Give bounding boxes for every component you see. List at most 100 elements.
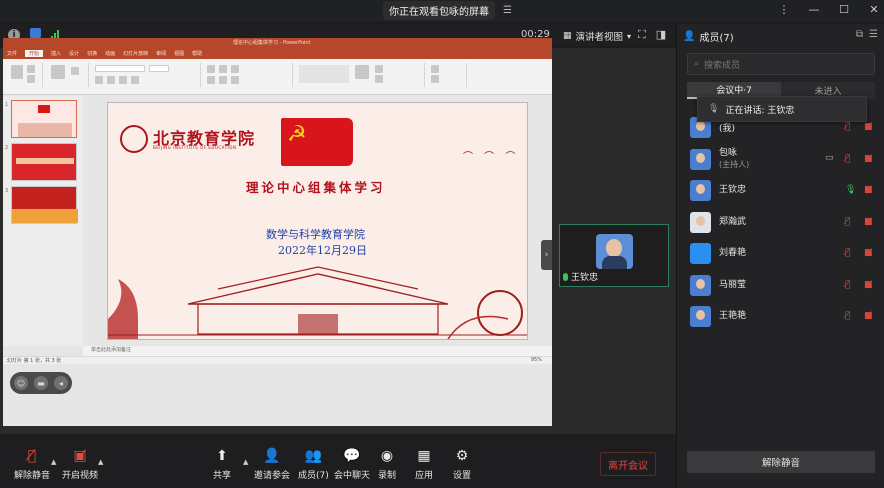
collapse-strip-icon[interactable]: › — [541, 240, 552, 270]
emoji-icon[interactable]: ☺ — [14, 376, 28, 390]
chat-button[interactable]: 💬 会中聊天 — [334, 448, 370, 481]
audio-options-caret-icon[interactable]: ▲ — [51, 458, 56, 466]
record-button[interactable]: ◉ 录制 — [378, 448, 396, 481]
ppt-tab: 帮助 — [192, 51, 203, 57]
ribbon-group-paragraph — [203, 63, 293, 87]
slide-thumbnail[interactable] — [11, 143, 77, 181]
fullscreen-icon[interactable]: ⛶ — [638, 28, 646, 42]
chat-icon: 💬 — [343, 448, 361, 464]
ribbon-group-clipboard — [5, 63, 43, 87]
member-name: 王艳艳 — [719, 311, 747, 321]
ppt-ribbon — [3, 59, 552, 95]
microphone-icon[interactable]: 🎙 — [845, 185, 856, 195]
record-label: 录制 — [378, 471, 397, 481]
list-item[interactable]: 刘春艳 🎙̸ ■̸ — [677, 238, 884, 270]
start-video-button[interactable]: ▣̸ 开启视频 — [62, 448, 98, 481]
chat-bubble-icon[interactable]: ▬ — [34, 376, 48, 390]
zoom-level[interactable]: 95% — [531, 357, 542, 363]
member-name: 包咏 (主持人) — [719, 148, 749, 170]
unmute-all-button[interactable]: 解除静音 — [687, 451, 875, 473]
share-screen-icon: ⬆ — [216, 448, 228, 464]
member-role: (主持人) — [719, 159, 750, 169]
close-button[interactable]: ✕ — [868, 3, 880, 16]
ppt-ribbon-tabs: 文件 开始 插入 设计 切换 动画 幻灯片放映 审阅 视图 帮助 — [3, 48, 552, 59]
slide-thumbnail[interactable] — [11, 186, 78, 224]
settings-button[interactable]: ⚙ 设置 — [453, 448, 471, 481]
members-button[interactable]: 👥 成员(7) — [298, 448, 329, 481]
camera-off-icon[interactable]: ■̸ — [864, 280, 873, 290]
list-item[interactable]: 马丽莹 🎙̸ ■̸ — [677, 270, 884, 302]
video-tile-name: 王钦忠 — [563, 270, 598, 283]
popout-icon[interactable]: ⧉ — [856, 29, 863, 40]
apps-button[interactable]: ▦ 应用 — [415, 448, 433, 481]
speaker-name: 王钦忠 — [571, 273, 599, 283]
minimize-button[interactable]: — — [808, 3, 820, 16]
camera-off-icon[interactable]: ■̸ — [864, 122, 873, 132]
floating-controls: ☺ ▬ ◂ — [10, 372, 72, 394]
muted-mic-icon[interactable]: 🎙̸ — [845, 154, 850, 164]
member-name: 王钦忠 — [719, 185, 747, 195]
slide-thumbnail[interactable] — [11, 100, 77, 138]
video-options-caret-icon[interactable]: ▲ — [98, 458, 103, 466]
microphone-icon — [563, 272, 568, 281]
share-button[interactable]: ⬆ 共享 — [213, 448, 231, 481]
more-icon[interactable]: ⋮ — [778, 3, 790, 16]
camera-off-icon[interactable]: ■̸ — [864, 185, 873, 195]
chat-label: 会中聊天 — [334, 471, 371, 481]
unmute-button[interactable]: 🎙̸ 解除静音 — [14, 448, 50, 481]
camera-off-icon[interactable]: ■̸ — [864, 154, 873, 164]
muted-mic-icon: 🎙 — [708, 104, 720, 114]
member-name: 刘春艳 — [719, 248, 747, 258]
ppt-title-bar: 理论中心组集体学习 - PowerPoint — [3, 38, 552, 48]
avatar — [690, 306, 711, 327]
muted-mic-icon[interactable]: 🎙̸ — [845, 248, 850, 258]
list-item[interactable]: 包咏 (主持人) ▭ 🎙̸ ■̸ — [677, 144, 884, 176]
camera-off-icon[interactable]: ■̸ — [864, 217, 873, 227]
members-panel: 👤 成员(7) ⧉ ☰ ⌕ 搜索成员 会议中·7 未进入 🎙 正在讲话: 王钦忠… — [676, 24, 884, 488]
close-panel-icon[interactable]: ☰ — [869, 29, 878, 40]
school-seal-icon — [120, 125, 148, 153]
search-placeholder: 搜索成员 — [704, 60, 741, 71]
ppt-status-bar: 幻灯片 第 1 张，共 3 张 95% — [3, 356, 552, 364]
muted-mic-icon: 🎙̸ — [27, 448, 37, 464]
slide-count: 幻灯片 第 1 张，共 3 张 — [7, 358, 62, 364]
ppt-tab: 动画 — [105, 51, 116, 57]
camera-off-icon[interactable]: ■̸ — [864, 248, 873, 258]
avatar — [690, 148, 711, 170]
invite-button[interactable]: 👤 邀请参会 — [254, 448, 290, 481]
birds-decoration-icon: ⌒ ⌒ ⌒ — [463, 152, 520, 163]
collapse-left-icon[interactable]: ◂ — [54, 376, 68, 390]
ppt-tab: 审阅 — [156, 51, 167, 57]
chevron-down-icon: ▾ — [627, 31, 632, 41]
add-user-icon: 👤 — [263, 448, 281, 464]
maximize-button[interactable]: ☐ — [838, 3, 850, 16]
sidebar-toggle-icon[interactable]: ◨ — [656, 28, 666, 42]
video-tile[interactable]: 王钦忠 — [559, 224, 669, 287]
shared-powerpoint: 理论中心组集体学习 - PowerPoint 文件 开始 插入 设计 切换 动画… — [3, 38, 552, 426]
slide-canvas[interactable]: 北京教育学院 BEIJING INSTITUTE OF EDUCATION ⌒ … — [107, 102, 528, 340]
member-name-text: 包咏 — [719, 147, 738, 158]
ppt-tab: 设计 — [69, 51, 80, 57]
muted-mic-icon[interactable]: 🎙̸ — [845, 280, 850, 290]
bottom-toolbar: 🎙̸ 解除静音 ▲ ▣̸ 开启视频 ▲ ⬆ 共享 ▲ 👤 邀请参会 👥 成员(7… — [0, 434, 676, 488]
thumb-number: 3 — [5, 188, 9, 194]
muted-mic-icon[interactable]: 🎙̸ — [845, 217, 850, 227]
list-item[interactable]: 王艳艳 🎙̸ ■̸ — [677, 301, 884, 333]
leave-meeting-button[interactable]: 离开会议 — [600, 452, 656, 476]
camera-off-icon[interactable]: ■̸ — [864, 311, 873, 321]
ppt-tab-active: 开始 — [25, 50, 44, 57]
user-icon: 👤 — [683, 31, 696, 42]
banner-menu-icon[interactable]: ☰ — [503, 5, 512, 16]
ribbon-group-font — [91, 63, 201, 87]
share-options-caret-icon[interactable]: ▲ — [243, 458, 248, 466]
notes-pane[interactable]: 单击此处添加备注 — [83, 346, 552, 356]
list-item[interactable]: 郑瀚武 🎙̸ ■̸ — [677, 207, 884, 239]
muted-mic-icon[interactable]: 🎙̸ — [845, 311, 850, 321]
muted-mic-icon[interactable]: 🎙̸ — [845, 122, 850, 132]
member-search-input[interactable]: ⌕ 搜索成员 — [687, 53, 875, 75]
view-mode-dropdown[interactable]: ▦ 演讲者视图 ▾ — [563, 29, 631, 43]
list-item[interactable]: 王钦忠 🎙 ■̸ — [677, 175, 884, 207]
ppt-tab: 视图 — [174, 51, 185, 57]
grid-icon: ▦ — [563, 31, 572, 41]
view-mode-label: 演讲者视图 — [575, 32, 624, 43]
